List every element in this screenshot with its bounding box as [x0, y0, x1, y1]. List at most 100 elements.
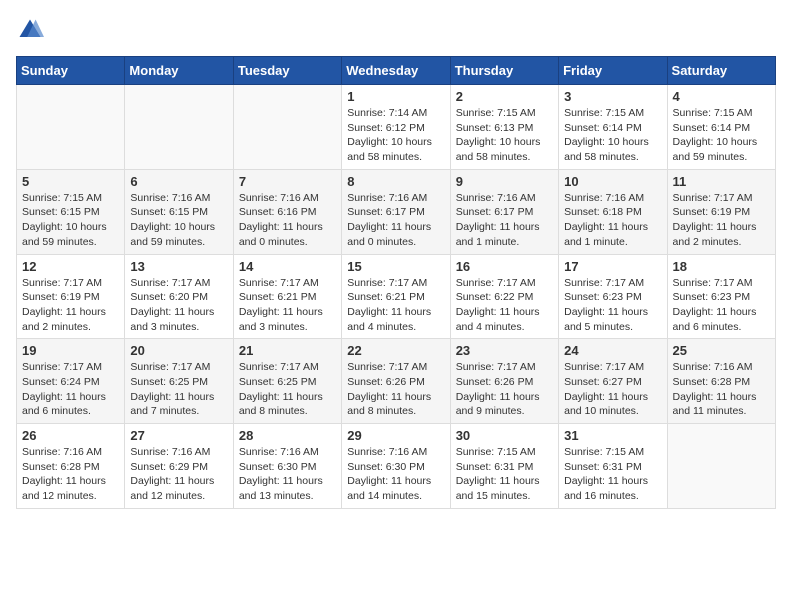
day-number: 9 — [456, 174, 553, 189]
calendar-cell: 29 Sunrise: 7:16 AMSunset: 6:30 PMDayligh… — [342, 424, 450, 509]
calendar-cell: 12 Sunrise: 7:17 AMSunset: 6:19 PMDayligh… — [17, 254, 125, 339]
logo — [16, 16, 48, 44]
calendar-cell: 6 Sunrise: 7:16 AMSunset: 6:15 PMDaylight… — [125, 169, 233, 254]
day-number: 24 — [564, 343, 661, 358]
day-info: Sunrise: 7:16 AMSunset: 6:30 PMDaylight:… — [347, 445, 444, 504]
calendar-cell: 5Sunrise: 7:15 AMSunset: 6:15 PMDaylight… — [17, 169, 125, 254]
day-number: 6 — [130, 174, 227, 189]
calendar-cell — [233, 85, 341, 170]
col-header-sunday: Sunday — [17, 57, 125, 85]
day-number: 17 — [564, 259, 661, 274]
calendar-cell: 7Sunrise: 7:16 AMSunset: 6:16 PMDaylight… — [233, 169, 341, 254]
day-info: Sunrise: 7:15 AMSunset: 6:31 PMDaylight:… — [456, 445, 553, 504]
calendar-cell — [125, 85, 233, 170]
day-number: 19 — [22, 343, 119, 358]
page-header — [16, 16, 776, 44]
calendar-week-row: 19 Sunrise: 7:17 AMSunset: 6:24 PMDayligh… — [17, 339, 776, 424]
day-info: Sunrise: 7:17 AMSunset: 6:21 PMDaylight:… — [239, 276, 336, 335]
day-info: Sunrise: 7:17 AMSunset: 6:19 PMDaylight:… — [22, 276, 119, 335]
day-info: Sunrise: 7:16 AMSunset: 6:29 PMDaylight:… — [130, 445, 227, 504]
day-number: 31 — [564, 428, 661, 443]
day-number: 28 — [239, 428, 336, 443]
calendar-cell: 30 Sunrise: 7:15 AMSunset: 6:31 PMDayligh… — [450, 424, 558, 509]
calendar-cell: 22 Sunrise: 7:17 AMSunset: 6:26 PMDayligh… — [342, 339, 450, 424]
day-number: 26 — [22, 428, 119, 443]
day-number: 16 — [456, 259, 553, 274]
day-number: 2 — [456, 89, 553, 104]
day-number: 18 — [673, 259, 770, 274]
day-number: 25 — [673, 343, 770, 358]
calendar-cell: 3 Sunrise: 7:15 AMSunset: 6:14 PMDaylight… — [559, 85, 667, 170]
calendar-header-row: SundayMondayTuesdayWednesdayThursdayFrid… — [17, 57, 776, 85]
day-info: Sunrise: 7:16 AMSunset: 6:28 PMDaylight:… — [673, 360, 770, 419]
day-info: Sunrise: 7:14 AMSunset: 6:12 PMDaylight:… — [347, 106, 444, 165]
calendar-cell: 24 Sunrise: 7:17 AMSunset: 6:27 PMDayligh… — [559, 339, 667, 424]
day-info: Sunrise: 7:17 AMSunset: 6:23 PMDaylight:… — [564, 276, 661, 335]
day-info: Sunrise: 7:17 AMSunset: 6:23 PMDaylight:… — [673, 276, 770, 335]
day-info: Sunrise: 7:16 AMSunset: 6:15 PMDaylight:… — [130, 191, 227, 250]
day-number: 14 — [239, 259, 336, 274]
col-header-friday: Friday — [559, 57, 667, 85]
day-info: Sunrise: 7:16 AMSunset: 6:17 PMDaylight:… — [347, 191, 444, 250]
day-number: 15 — [347, 259, 444, 274]
col-header-thursday: Thursday — [450, 57, 558, 85]
day-info: Sunrise: 7:17 AMSunset: 6:26 PMDaylight:… — [347, 360, 444, 419]
calendar-cell: 18 Sunrise: 7:17 AMSunset: 6:23 PMDayligh… — [667, 254, 775, 339]
calendar-cell: 17 Sunrise: 7:17 AMSunset: 6:23 PMDayligh… — [559, 254, 667, 339]
calendar-week-row: 5Sunrise: 7:15 AMSunset: 6:15 PMDaylight… — [17, 169, 776, 254]
calendar-cell: 23 Sunrise: 7:17 AMSunset: 6:26 PMDayligh… — [450, 339, 558, 424]
calendar-cell: 16 Sunrise: 7:17 AMSunset: 6:22 PMDayligh… — [450, 254, 558, 339]
day-number: 23 — [456, 343, 553, 358]
day-info: Sunrise: 7:16 AMSunset: 6:17 PMDaylight:… — [456, 191, 553, 250]
day-number: 11 — [673, 174, 770, 189]
day-info: Sunrise: 7:17 AMSunset: 6:27 PMDaylight:… — [564, 360, 661, 419]
calendar-cell: 4Sunrise: 7:15 AMSunset: 6:14 PMDaylight… — [667, 85, 775, 170]
calendar-cell: 2Sunrise: 7:15 AMSunset: 6:13 PMDaylight… — [450, 85, 558, 170]
day-info: Sunrise: 7:16 AMSunset: 6:28 PMDaylight:… — [22, 445, 119, 504]
day-number: 10 — [564, 174, 661, 189]
calendar-cell: 19 Sunrise: 7:17 AMSunset: 6:24 PMDayligh… — [17, 339, 125, 424]
day-number: 22 — [347, 343, 444, 358]
logo-icon — [16, 16, 44, 44]
day-number: 3 — [564, 89, 661, 104]
calendar-cell: 15 Sunrise: 7:17 AMSunset: 6:21 PMDayligh… — [342, 254, 450, 339]
day-info: Sunrise: 7:15 AMSunset: 6:31 PMDaylight:… — [564, 445, 661, 504]
day-info: Sunrise: 7:17 AMSunset: 6:21 PMDaylight:… — [347, 276, 444, 335]
day-info: Sunrise: 7:15 AMSunset: 6:15 PMDaylight:… — [22, 191, 119, 250]
day-number: 29 — [347, 428, 444, 443]
day-number: 8 — [347, 174, 444, 189]
day-number: 13 — [130, 259, 227, 274]
calendar-week-row: 12 Sunrise: 7:17 AMSunset: 6:19 PMDayligh… — [17, 254, 776, 339]
day-info: Sunrise: 7:17 AMSunset: 6:24 PMDaylight:… — [22, 360, 119, 419]
calendar-cell: 13Sunrise: 7:17 AMSunset: 6:20 PMDayligh… — [125, 254, 233, 339]
day-info: Sunrise: 7:17 AMSunset: 6:25 PMDaylight:… — [130, 360, 227, 419]
calendar-cell: 8 Sunrise: 7:16 AMSunset: 6:17 PMDaylight… — [342, 169, 450, 254]
calendar-cell: 28 Sunrise: 7:16 AMSunset: 6:30 PMDayligh… — [233, 424, 341, 509]
day-info: Sunrise: 7:15 AMSunset: 6:14 PMDaylight:… — [673, 106, 770, 165]
day-info: Sunrise: 7:17 AMSunset: 6:25 PMDaylight:… — [239, 360, 336, 419]
calendar-cell: 27 Sunrise: 7:16 AMSunset: 6:29 PMDayligh… — [125, 424, 233, 509]
calendar-cell: 10 Sunrise: 7:16 AMSunset: 6:18 PMDayligh… — [559, 169, 667, 254]
day-info: Sunrise: 7:17 AMSunset: 6:26 PMDaylight:… — [456, 360, 553, 419]
day-number: 12 — [22, 259, 119, 274]
calendar-cell: 31 Sunrise: 7:15 AMSunset: 6:31 PMDayligh… — [559, 424, 667, 509]
day-info: Sunrise: 7:16 AMSunset: 6:16 PMDaylight:… — [239, 191, 336, 250]
day-number: 20 — [130, 343, 227, 358]
calendar-cell: 26 Sunrise: 7:16 AMSunset: 6:28 PMDayligh… — [17, 424, 125, 509]
day-info: Sunrise: 7:16 AMSunset: 6:18 PMDaylight:… — [564, 191, 661, 250]
day-info: Sunrise: 7:17 AMSunset: 6:22 PMDaylight:… — [456, 276, 553, 335]
calendar-cell: 1 Sunrise: 7:14 AMSunset: 6:12 PMDaylight… — [342, 85, 450, 170]
col-header-wednesday: Wednesday — [342, 57, 450, 85]
day-info: Sunrise: 7:16 AMSunset: 6:30 PMDaylight:… — [239, 445, 336, 504]
day-number: 27 — [130, 428, 227, 443]
day-number: 1 — [347, 89, 444, 104]
calendar-week-row: 26 Sunrise: 7:16 AMSunset: 6:28 PMDayligh… — [17, 424, 776, 509]
calendar-cell: 20 Sunrise: 7:17 AMSunset: 6:25 PMDayligh… — [125, 339, 233, 424]
calendar-cell: 11Sunrise: 7:17 AMSunset: 6:19 PMDayligh… — [667, 169, 775, 254]
day-number: 30 — [456, 428, 553, 443]
day-info: Sunrise: 7:15 AMSunset: 6:14 PMDaylight:… — [564, 106, 661, 165]
calendar-table: SundayMondayTuesdayWednesdayThursdayFrid… — [16, 56, 776, 509]
col-header-monday: Monday — [125, 57, 233, 85]
calendar-week-row: 1 Sunrise: 7:14 AMSunset: 6:12 PMDaylight… — [17, 85, 776, 170]
day-number: 21 — [239, 343, 336, 358]
